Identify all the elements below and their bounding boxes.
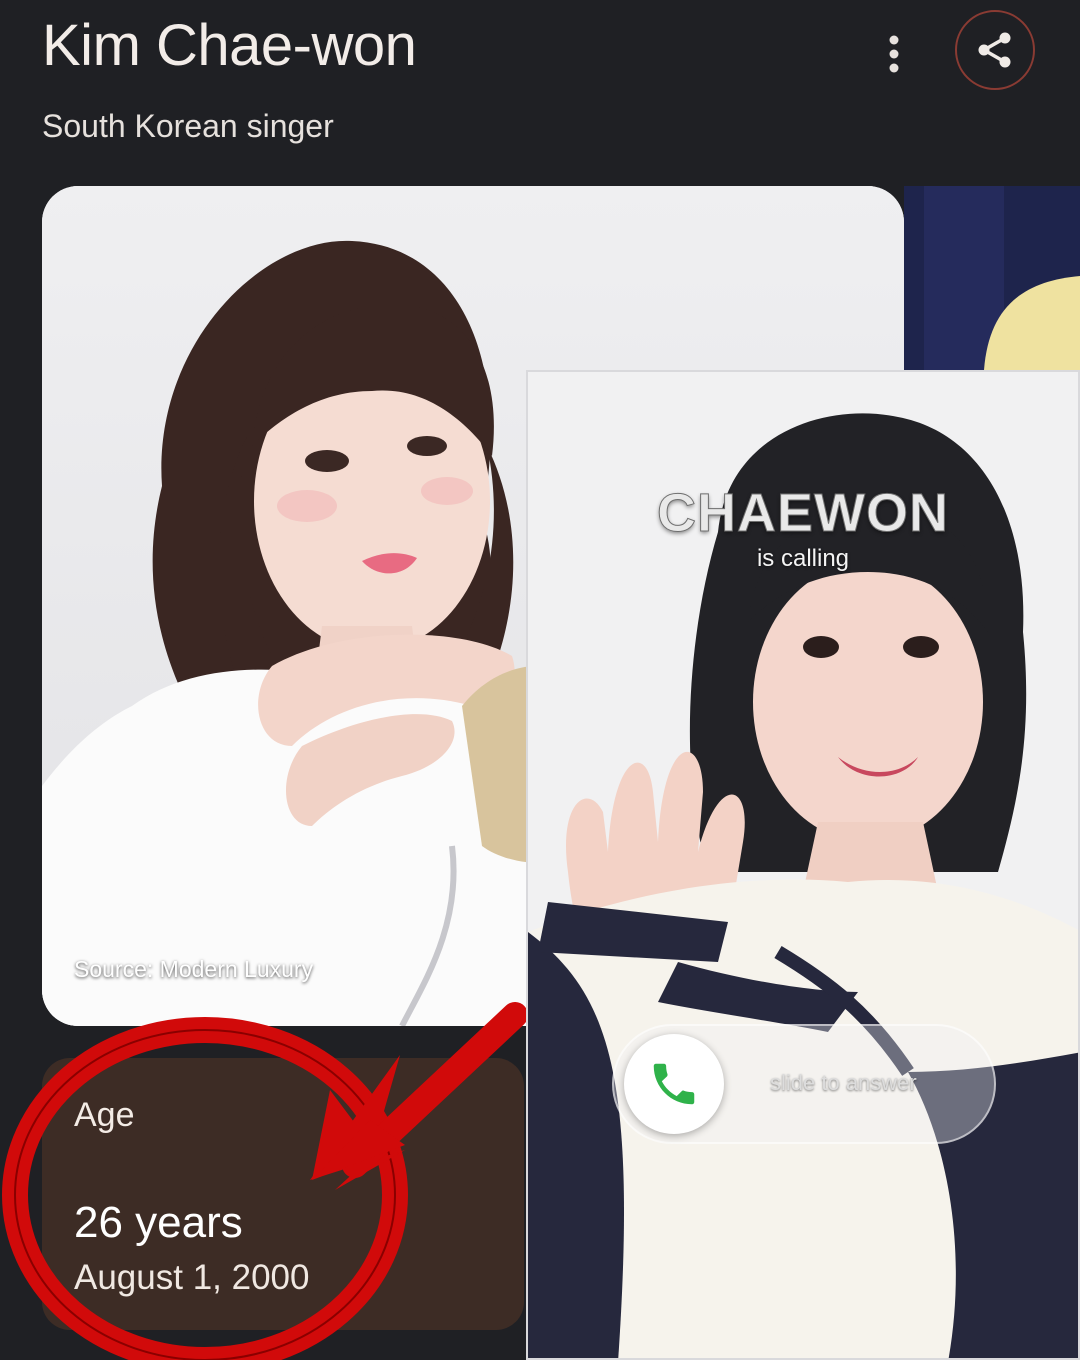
image-source-caption: Source: Modern Luxury — [74, 956, 314, 982]
more-options-button[interactable] — [870, 30, 918, 78]
share-icon — [978, 32, 1011, 68]
age-info-card: Age 26 years August 1, 2000 — [42, 1058, 524, 1330]
slide-to-answer-label: slide to answer — [770, 1070, 917, 1095]
incoming-call-overlay: CHAEWON is calling slide to answer — [526, 370, 1080, 1360]
caller-name: CHAEWON — [657, 483, 949, 544]
next-photo-thumbnail[interactable] — [904, 186, 1080, 370]
page-title: Kim Chae-won — [42, 13, 417, 78]
answer-call-button[interactable] — [624, 1034, 724, 1134]
more-vert-icon — [889, 35, 899, 73]
call-status: is calling — [756, 545, 850, 572]
age-label: Age — [74, 1096, 135, 1134]
birth-date: August 1, 2000 — [74, 1258, 310, 1297]
page-subtitle: South Korean singer — [42, 108, 334, 144]
secondary-photo-image — [904, 186, 1080, 370]
share-button[interactable] — [955, 10, 1035, 90]
phone-icon — [653, 1063, 695, 1105]
slide-to-answer-track[interactable]: slide to answer — [612, 1024, 996, 1144]
age-value: 26 years — [74, 1198, 243, 1247]
